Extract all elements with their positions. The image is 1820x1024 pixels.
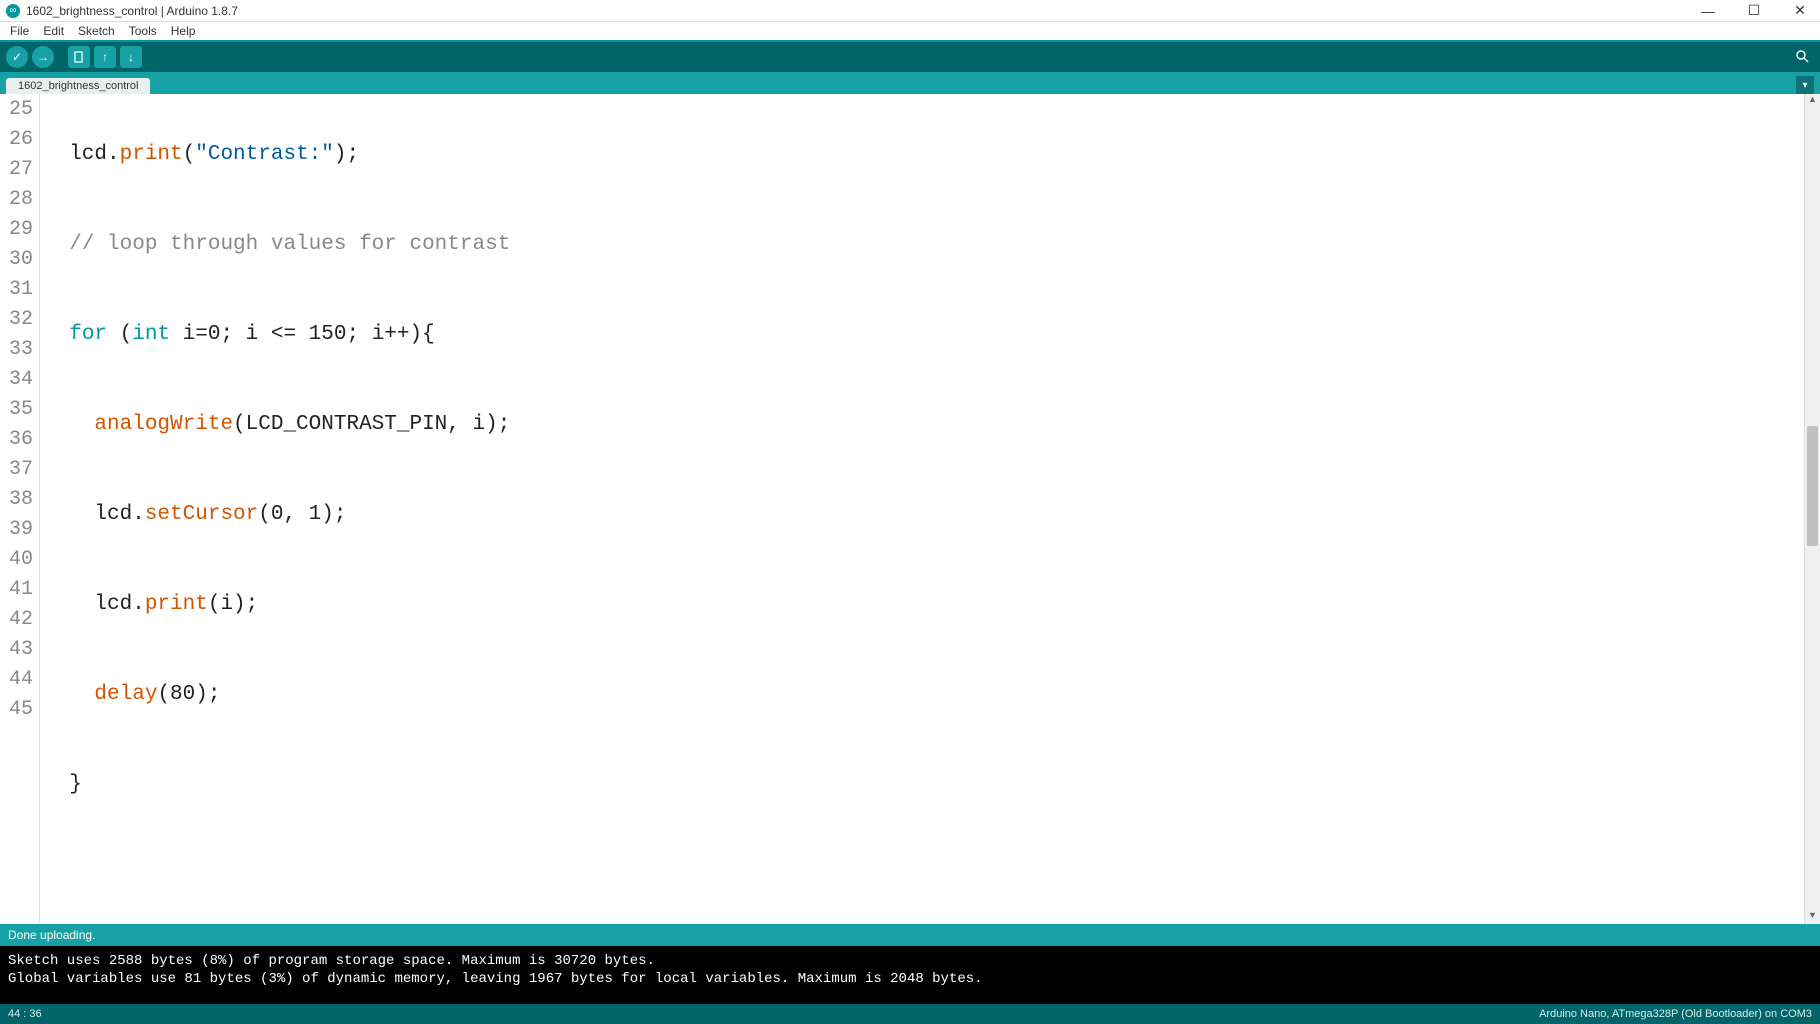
maximize-button[interactable]: ☐	[1740, 2, 1768, 19]
line-number-gutter: 25 26 27 28 29 30 31 32 33 34 35 36 37 3…	[0, 94, 40, 924]
window-controls: — ☐ ✕	[1694, 2, 1814, 19]
upload-button[interactable]: →	[32, 46, 54, 68]
line-number: 26	[0, 124, 39, 154]
verify-button[interactable]: ✓	[6, 46, 28, 68]
line-number: 33	[0, 334, 39, 364]
toolbar: ✓ → ↑ ↓	[0, 40, 1820, 72]
line-number: 37	[0, 454, 39, 484]
save-sketch-button[interactable]: ↓	[120, 46, 142, 68]
line-number: 35	[0, 394, 39, 424]
close-button[interactable]: ✕	[1786, 2, 1814, 19]
titlebar: 1602_brightness_control | Arduino 1.8.7 …	[0, 0, 1820, 22]
line-number: 42	[0, 604, 39, 634]
scroll-down-arrow-icon[interactable]: ▼	[1805, 910, 1820, 924]
menu-tools[interactable]: Tools	[123, 24, 163, 38]
line-number: 31	[0, 274, 39, 304]
vertical-scrollbar[interactable]: ▲ ▼	[1804, 94, 1820, 924]
line-number: 36	[0, 424, 39, 454]
arduino-app-icon	[6, 4, 20, 18]
open-sketch-button[interactable]: ↑	[94, 46, 116, 68]
tabbar: 1602_brightness_control ▾	[0, 72, 1820, 94]
line-number: 39	[0, 514, 39, 544]
menu-help[interactable]: Help	[165, 24, 202, 38]
console-line: Sketch uses 2588 bytes (8%) of program s…	[8, 953, 655, 969]
footer-bar: 44 : 36 Arduino Nano, ATmega328P (Old Bo…	[0, 1004, 1820, 1024]
console-line: Global variables use 81 bytes (3%) of dy…	[8, 971, 983, 987]
line-number: 41	[0, 574, 39, 604]
line-number: 43	[0, 634, 39, 664]
menu-file[interactable]: File	[4, 24, 35, 38]
status-message: Done uploading.	[8, 928, 95, 942]
console-output[interactable]: Sketch uses 2588 bytes (8%) of program s…	[0, 946, 1820, 1004]
new-sketch-button[interactable]	[68, 46, 90, 68]
line-number: 25	[0, 94, 39, 124]
menu-edit[interactable]: Edit	[37, 24, 70, 38]
code-editor[interactable]: 25 26 27 28 29 30 31 32 33 34 35 36 37 3…	[0, 94, 1820, 924]
code-area[interactable]: lcd.print("Contrast:"); // loop through …	[40, 94, 1804, 924]
scroll-up-arrow-icon[interactable]: ▲	[1805, 94, 1820, 108]
line-number: 30	[0, 244, 39, 274]
serial-monitor-button[interactable]	[1792, 46, 1814, 68]
cursor-position: 44 : 36	[8, 1008, 42, 1020]
line-number: 32	[0, 304, 39, 334]
status-bar: Done uploading.	[0, 924, 1820, 946]
minimize-button[interactable]: —	[1694, 3, 1722, 19]
line-number: 28	[0, 184, 39, 214]
line-number: 34	[0, 364, 39, 394]
line-number: 40	[0, 544, 39, 574]
line-number: 27	[0, 154, 39, 184]
scrollbar-thumb[interactable]	[1807, 426, 1818, 546]
line-number: 44	[0, 664, 39, 694]
line-number: 38	[0, 484, 39, 514]
menubar: File Edit Sketch Tools Help	[0, 22, 1820, 40]
line-number: 45	[0, 694, 39, 724]
tab-menu-button[interactable]: ▾	[1796, 76, 1814, 94]
menu-sketch[interactable]: Sketch	[72, 24, 121, 38]
line-number: 29	[0, 214, 39, 244]
sketch-tab[interactable]: 1602_brightness_control	[6, 78, 150, 94]
window-title: 1602_brightness_control | Arduino 1.8.7	[26, 4, 1694, 18]
board-port-info: Arduino Nano, ATmega328P (Old Bootloader…	[1539, 1008, 1812, 1020]
